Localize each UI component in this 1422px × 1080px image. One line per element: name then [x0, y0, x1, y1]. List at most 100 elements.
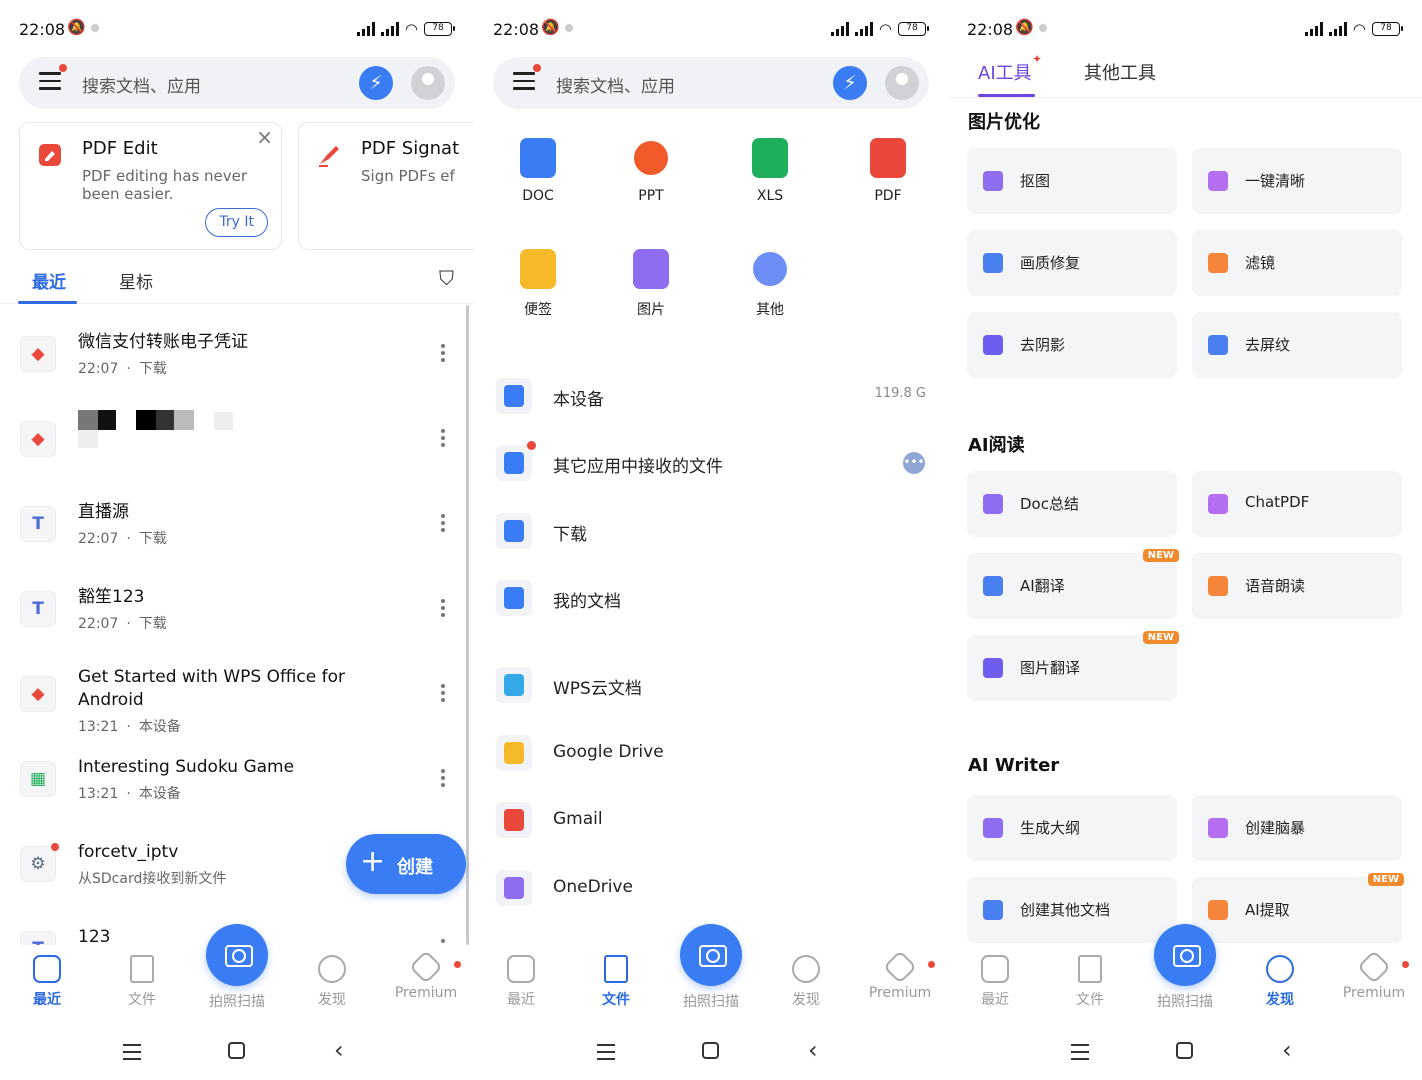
nav-discover[interactable]: 发现: [287, 955, 377, 1009]
nav-files[interactable]: 文件: [571, 955, 661, 1009]
nav-discover[interactable]: 发现: [1235, 955, 1325, 1009]
search-input[interactable]: 搜索文档、应用: [82, 72, 201, 97]
nav-discover[interactable]: 发现: [761, 955, 851, 1009]
nav-files[interactable]: 文件: [1045, 955, 1135, 1009]
promo-card-pdf-edit[interactable]: PDF Edit PDF editing has never been easi…: [19, 122, 282, 250]
ppt-icon: [634, 141, 668, 175]
close-icon[interactable]: ×: [256, 125, 273, 149]
tool-card[interactable]: 画质修复: [967, 230, 1177, 296]
nav-recent[interactable]: 最近: [2, 955, 92, 1009]
search-input[interactable]: 搜索文档、应用: [556, 72, 675, 97]
tool-label: 一键清晰: [1245, 172, 1306, 190]
home-key-icon[interactable]: [228, 1042, 245, 1059]
location-item[interactable]: 下载: [474, 498, 948, 566]
promo-card-pdf-sign[interactable]: PDF Signat Sign PDFs ef: [298, 122, 474, 250]
tool-card[interactable]: 生成大纲: [967, 795, 1177, 861]
list-item[interactable]: T 直播源 22:07 · 下载: [0, 475, 466, 559]
tool-card[interactable]: 去阴影: [967, 312, 1177, 378]
location-item[interactable]: Gmail: [474, 787, 948, 855]
recents-key-icon[interactable]: [597, 1044, 615, 1065]
type-memo[interactable]: 便签: [488, 249, 588, 319]
file-time: 13:21: [78, 786, 119, 802]
tab-underline: [978, 94, 1035, 97]
list-item[interactable]: ◆ Get Started with WPS Office for Android…: [0, 645, 466, 735]
try-it-button[interactable]: Try It: [205, 208, 268, 237]
onedrive-icon: [496, 870, 532, 906]
type-doc[interactable]: DOC: [488, 138, 588, 204]
tool-card[interactable]: 创建脑暴: [1192, 795, 1402, 861]
tab-ai-tools[interactable]: AI工具: [978, 59, 1032, 85]
nav-files[interactable]: 文件: [97, 955, 187, 1009]
lightning-icon[interactable]: ⚡: [833, 66, 867, 100]
file-source: 下载: [138, 531, 167, 547]
camera-scan-button[interactable]: [680, 924, 742, 986]
tool-card[interactable]: 语音朗读: [1192, 553, 1402, 619]
tool-card[interactable]: Doc总结: [967, 471, 1177, 537]
nav-premium[interactable]: Premium: [1329, 950, 1419, 1001]
filter-icon[interactable]: ⛉: [439, 266, 454, 290]
location-item[interactable]: 本设备 119.8 G: [474, 363, 948, 431]
lightning-icon[interactable]: ⚡: [359, 66, 393, 100]
type-label: XLS: [756, 188, 784, 204]
camera-scan-button[interactable]: [1154, 924, 1216, 986]
tool-card[interactable]: 去屏纹: [1192, 312, 1402, 378]
tab-underline: [18, 301, 77, 304]
meta-separator: ·: [126, 531, 131, 547]
more-vertical-icon[interactable]: [438, 344, 448, 366]
home-key-icon[interactable]: [702, 1042, 719, 1059]
location-item[interactable]: OneDrive: [474, 855, 948, 923]
type-pdf[interactable]: PDF: [838, 138, 938, 204]
phone-icon: [496, 378, 532, 414]
tool-label: 语音朗读: [1245, 577, 1306, 595]
recents-key-icon[interactable]: [1071, 1044, 1089, 1065]
tool-card[interactable]: AI提取 NEW: [1192, 873, 1404, 943]
home-key-icon[interactable]: [1176, 1042, 1193, 1059]
more-vertical-icon[interactable]: [438, 514, 448, 536]
menu-icon[interactable]: [39, 64, 67, 92]
list-item[interactable]: ◆ 微信支付转账电子凭证 22:07 · 下载: [0, 305, 466, 389]
nav-recent[interactable]: 最近: [950, 955, 1040, 1009]
type-ppt[interactable]: PPT: [601, 138, 701, 204]
back-key-icon[interactable]: ‹: [808, 1038, 818, 1062]
tab-recent[interactable]: 最近: [32, 268, 66, 293]
tool-card[interactable]: 滤镜: [1192, 230, 1402, 296]
list-item[interactable]: ◆: [0, 390, 466, 474]
nav-recent[interactable]: 最近: [476, 955, 566, 1009]
more-horizontal-icon[interactable]: •••: [903, 452, 925, 474]
location-item[interactable]: 其它应用中接收的文件 •••: [474, 430, 948, 498]
scrollbar[interactable]: [466, 305, 469, 945]
more-vertical-icon[interactable]: [438, 769, 448, 791]
list-item[interactable]: ▦ Interesting Sudoku Game 13:21 · 本设备: [0, 730, 466, 814]
avatar[interactable]: [411, 66, 445, 100]
location-item[interactable]: Google Drive: [474, 720, 948, 788]
search-bar[interactable]: 搜索文档、应用 ⚡: [493, 57, 929, 109]
tool-card[interactable]: 一键清晰: [1192, 148, 1402, 214]
location-item[interactable]: WPS云文档: [474, 652, 948, 720]
nav-premium[interactable]: Premium: [381, 950, 471, 1001]
nav-premium[interactable]: Premium: [855, 950, 945, 1001]
location-item[interactable]: 我的文档: [474, 565, 948, 633]
more-vertical-icon[interactable]: [438, 599, 448, 621]
menu-icon[interactable]: [513, 64, 541, 92]
more-vertical-icon[interactable]: [438, 684, 448, 706]
file-name: Get Started with WPS Office for Android: [78, 667, 346, 710]
camera-scan-button[interactable]: [206, 924, 268, 986]
type-image[interactable]: 图片: [601, 249, 701, 319]
tab-starred[interactable]: 星标: [119, 268, 153, 293]
more-vertical-icon[interactable]: [438, 429, 448, 451]
list-item[interactable]: T 豁笙123 22:07 · 下载: [0, 560, 466, 644]
tool-card[interactable]: ChatPDF: [1192, 471, 1402, 537]
avatar[interactable]: [885, 66, 919, 100]
tool-card[interactable]: 图片翻译 NEW: [967, 631, 1179, 701]
back-key-icon[interactable]: ‹: [1282, 1038, 1292, 1062]
create-button[interactable]: + 创建: [346, 834, 466, 894]
tab-other-tools[interactable]: 其他工具: [1084, 59, 1156, 85]
tool-card[interactable]: 创建其他文档: [967, 877, 1177, 943]
tool-card[interactable]: AI翻译 NEW: [967, 549, 1179, 619]
type-other[interactable]: 其他: [720, 249, 820, 319]
type-xls[interactable]: XLS: [720, 138, 820, 204]
search-bar[interactable]: 搜索文档、应用 ⚡: [19, 57, 455, 109]
back-key-icon[interactable]: ‹: [334, 1038, 344, 1062]
tool-card[interactable]: 抠图: [967, 148, 1177, 214]
recents-key-icon[interactable]: [123, 1044, 141, 1065]
